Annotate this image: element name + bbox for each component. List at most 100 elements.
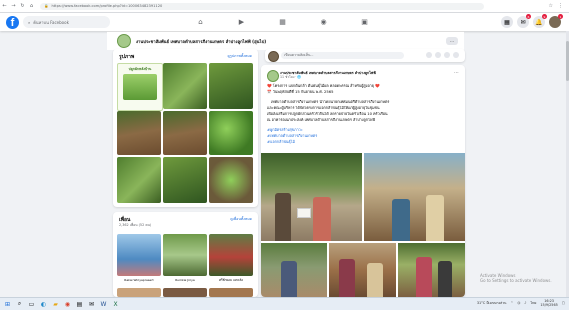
bookmark-star-icon[interactable]: ☆ xyxy=(549,3,553,9)
search-input[interactable]: ⌕ ค้นหาบน Facebook xyxy=(23,16,110,28)
store-icon[interactable]: ▤ xyxy=(75,300,84,309)
friend-photo[interactable] xyxy=(163,234,207,276)
chevron-up-icon[interactable]: ⌃ xyxy=(510,301,513,305)
volume-icon[interactable]: ♪ xyxy=(524,301,526,305)
home-button-icon[interactable]: ⌂ xyxy=(27,3,36,9)
photo-thumb[interactable] xyxy=(163,157,207,203)
search-placeholder: ค้นหาบน Facebook xyxy=(33,19,69,25)
language-indicator[interactable]: ไทย xyxy=(530,301,536,306)
post-body-line: และคณะผู้บริหาร ได้จัดโครงการแจกกล้าพันธ… xyxy=(267,106,380,110)
facebook-header: f ⌕ ค้นหาบน Facebook ⌂ ▶ ▦ ◉ ▣ ▦ ✉ 6 🔔 9 ●… xyxy=(0,13,569,31)
post-photo[interactable] xyxy=(261,153,362,241)
friend-photo[interactable] xyxy=(117,234,161,276)
post-body-line: เพื่อส่งเสริมการปลูกผักสวนครัวรั้วกินได้… xyxy=(267,112,388,116)
back-icon[interactable]: ← xyxy=(0,3,9,9)
messenger-button[interactable]: ✉ 6 xyxy=(517,14,531,28)
photo-thumb[interactable] xyxy=(117,111,161,155)
windows-taskbar: ⊞ ⌕ ▭ ◐ ▰ ◉ ▤ ✉ W X 31°C มีเมฆบางส่วน ⌃ … xyxy=(0,297,569,310)
menu-button[interactable]: ▦ xyxy=(501,16,513,28)
task-view-icon[interactable]: ▭ xyxy=(27,300,36,309)
friend-photo[interactable] xyxy=(117,288,161,297)
see-all-friends-link[interactable]: ดูเพื่อนทั้งหมด xyxy=(230,216,252,224)
post-headline: ❤️ โครงการ แจกต้นกล้า ต้นพันธุ์ไม้ผล คลอ… xyxy=(267,84,380,88)
see-all-photos-link[interactable]: ดูรูปภาพทั้งหมด xyxy=(228,53,253,61)
browser-toolbar: ← → ↻ ⌂ 🔒 https://www.facebook.com/profi… xyxy=(0,0,569,13)
weather-status[interactable]: 31°C มีเมฆบางส่วน xyxy=(477,301,507,306)
mail-icon[interactable]: ✉ xyxy=(87,300,96,309)
post-more-icon[interactable]: ⋯ xyxy=(454,70,459,76)
photo-thumb[interactable]: ปลูกผักหลังบ้าน xyxy=(117,63,163,111)
chrome-icon[interactable]: ◉ xyxy=(63,300,72,309)
tab-gaming[interactable]: ▣ xyxy=(344,13,385,31)
photo-thumb[interactable] xyxy=(209,157,253,203)
facebook-logo-letter: f xyxy=(10,16,15,29)
photo-thumb[interactable] xyxy=(209,63,253,109)
tab-home[interactable]: ⌂ xyxy=(180,13,221,31)
word-icon[interactable]: W xyxy=(99,300,108,309)
post-date: 📅 วันพฤหัสบดีที่ 15 กันยายน พ.ศ. 2565 xyxy=(267,90,334,94)
hashtag-link[interactable]: #แจกกล้าพันธุ์ไม้ xyxy=(267,140,295,146)
friend-photo[interactable] xyxy=(163,288,207,297)
messenger-badge: 6 xyxy=(526,14,531,19)
notification-center-icon[interactable]: ▢ xyxy=(562,301,565,305)
comment-input[interactable]: เขียนความคิดเห็น... xyxy=(281,52,404,59)
post-photo[interactable] xyxy=(329,243,396,297)
page-title-bar: งานประชาสัมพันธ์ เทศบาลตำบลสารภีงานเกษตร… xyxy=(107,31,464,50)
create-post-actions xyxy=(426,52,459,58)
friends-count: 2,362 เพื่อน (52 คน) xyxy=(119,223,152,227)
post-time[interactable]: 11 ชั่วโมง · 🌐 xyxy=(280,75,301,80)
facebook-logo[interactable]: f xyxy=(6,15,19,29)
browser-menu-icon[interactable]: ⋮ xyxy=(558,3,563,9)
sticker-icon[interactable] xyxy=(453,52,459,58)
clock[interactable]: 16:23 15/9/2565 xyxy=(540,299,557,307)
excel-icon[interactable]: X xyxy=(111,300,120,309)
page-title[interactable]: งานประชาสัมพันธ์ เทศบาลตำบลสารภีงานเกษตร… xyxy=(136,38,266,45)
search-icon: ⌕ xyxy=(28,19,31,25)
post-author[interactable]: งานประชาสัมพันธ์ เทศบาลตำบลสารภีงานเกษตร… xyxy=(280,70,430,76)
photo-thumb[interactable] xyxy=(163,63,207,109)
photo-thumb[interactable] xyxy=(117,157,161,203)
search-taskbar-icon[interactable]: ⌕ xyxy=(15,300,24,309)
post-author-avatar[interactable] xyxy=(267,70,279,82)
tab-groups[interactable]: ◉ xyxy=(303,13,344,31)
emoji-icon[interactable] xyxy=(426,52,432,58)
post-photo[interactable] xyxy=(364,153,465,241)
header-actions: ▦ ✉ 6 🔔 9 ● 1 xyxy=(501,14,563,28)
profile-avatar[interactable]: ● 1 xyxy=(549,14,563,28)
tab-marketplace[interactable]: ▦ xyxy=(262,13,303,31)
notifications-icon: 🔔 xyxy=(535,18,543,26)
gif-icon[interactable] xyxy=(444,52,450,58)
camera-icon[interactable] xyxy=(435,52,441,58)
file-explorer-icon[interactable]: ▰ xyxy=(51,300,60,309)
notifications-button[interactable]: 🔔 9 xyxy=(533,14,547,28)
person-figure xyxy=(339,259,355,297)
messenger-icon: ✉ xyxy=(520,18,526,26)
photo-thumb[interactable] xyxy=(163,111,207,155)
more-options-button[interactable]: ... xyxy=(446,37,458,45)
reload-icon[interactable]: ↻ xyxy=(18,3,27,9)
tab-watch[interactable]: ▶ xyxy=(221,13,262,31)
friend-name[interactable]: Rumkai Jiriya xyxy=(163,278,207,282)
my-avatar[interactable] xyxy=(268,50,279,62)
page-avatar[interactable] xyxy=(117,34,131,48)
edge-icon[interactable]: ◐ xyxy=(39,300,48,309)
hashtag-link[interactable]: #เทศบาลตำบลสารภีงานเกษตร xyxy=(267,134,317,140)
friend-name[interactable]: Rakai Wiriyaprasert xyxy=(117,278,161,282)
post-photo[interactable] xyxy=(261,243,327,297)
hashtag-link[interactable]: #ผูกมิตรสร้างสุขภาวะ xyxy=(267,128,303,134)
post-photo[interactable] xyxy=(398,243,465,297)
notifications-badge: 9 xyxy=(542,14,547,19)
address-bar[interactable]: 🔒 https://www.facebook.com/profile.php?i… xyxy=(40,2,484,10)
friend-name[interactable]: ศรีฟ้ายอม แหจเลิง xyxy=(209,278,253,283)
person-figure xyxy=(367,263,383,297)
address-url: https://www.facebook.com/profile.php?id=… xyxy=(51,4,163,8)
forward-icon[interactable]: → xyxy=(9,3,18,9)
photo-thumb[interactable] xyxy=(209,111,253,155)
lock-icon: 🔒 xyxy=(44,4,49,8)
person-figure xyxy=(281,261,297,297)
friend-photo[interactable] xyxy=(209,234,253,276)
friend-photo[interactable] xyxy=(209,288,253,297)
network-icon[interactable]: ⌬ xyxy=(517,301,520,305)
start-icon[interactable]: ⊞ xyxy=(3,300,12,309)
person-figure xyxy=(426,195,444,241)
